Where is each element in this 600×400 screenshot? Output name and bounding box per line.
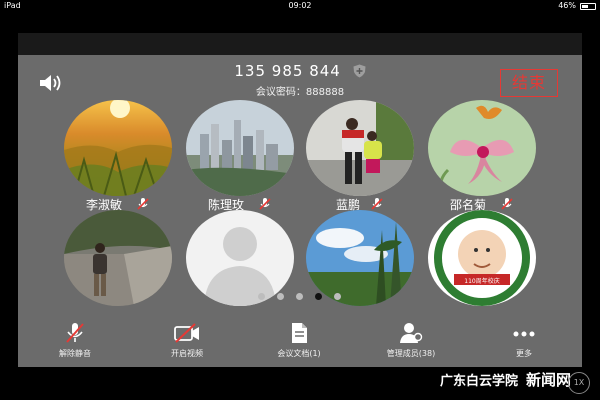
clock: 09:02 <box>288 1 312 10</box>
video-off-icon <box>174 323 199 343</box>
playback-speed-badge[interactable]: 1X <box>568 372 590 394</box>
status-bar: iPad 09:02 46% <box>0 0 600 12</box>
participant-avatar[interactable] <box>64 210 172 306</box>
participant-avatar[interactable] <box>306 210 414 306</box>
mic-muted-icon <box>370 196 384 210</box>
start-video-label: 开启视频 <box>171 349 203 358</box>
battery-icon <box>580 3 596 10</box>
more-button[interactable]: 更多 <box>484 322 564 359</box>
participant-avatar[interactable] <box>64 100 172 196</box>
watermark-school: 广东白云学院 <box>440 374 519 389</box>
mic-muted-icon <box>500 196 514 210</box>
page-dot[interactable] <box>296 293 303 300</box>
members-icon <box>400 323 423 343</box>
manage-members-button[interactable]: 管理成员(38) <box>371 322 451 359</box>
participant-avatar[interactable] <box>306 100 414 196</box>
battery-percent: 46% <box>558 1 576 10</box>
watermark-news: 新闻网 <box>526 371 572 389</box>
participant-avatar[interactable] <box>428 210 536 306</box>
document-icon <box>292 323 307 343</box>
meeting-docs-label: 会议文档(1) <box>277 349 321 358</box>
mic-muted-icon <box>258 196 272 210</box>
start-video-button[interactable]: 开启视频 <box>147 322 227 359</box>
meeting-id-number: 135 985 844 <box>234 61 341 80</box>
page-dot[interactable] <box>277 293 284 300</box>
page-dot-active[interactable] <box>315 293 322 300</box>
password-value: 888888 <box>305 87 345 98</box>
watermark: 广东白云学院 新闻网 <box>440 369 571 390</box>
shield-icon <box>353 64 366 78</box>
participant-avatar[interactable] <box>186 210 294 306</box>
meeting-docs-button[interactable]: 会议文档(1) <box>259 322 339 359</box>
participant-avatar[interactable] <box>186 100 294 196</box>
password-label: 会议密码： <box>255 87 306 98</box>
top-band <box>18 33 582 55</box>
participant-avatar[interactable] <box>428 100 536 196</box>
mic-muted-icon <box>136 196 150 210</box>
unmute-label: 解除静音 <box>59 349 91 358</box>
manage-members-label: 管理成员(38) <box>386 349 436 358</box>
page-dot[interactable] <box>334 293 341 300</box>
end-meeting-button[interactable]: 结束 <box>500 69 558 97</box>
more-icon <box>513 331 535 337</box>
more-label: 更多 <box>516 349 532 358</box>
mic-off-icon <box>66 323 84 343</box>
unmute-button[interactable]: 解除静音 <box>35 322 115 359</box>
badge-text: 110周年校庆 <box>464 278 500 285</box>
page-dot[interactable] <box>258 293 265 300</box>
